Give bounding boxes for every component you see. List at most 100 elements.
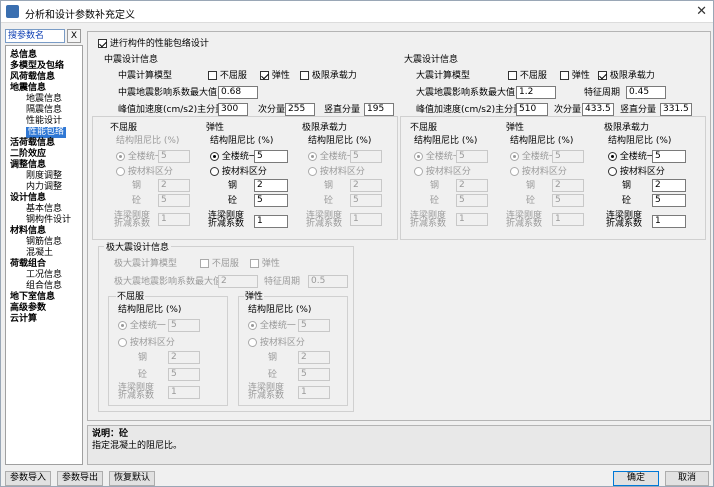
mid-g2-beam-input[interactable]: 1 <box>254 215 288 228</box>
mid-peak-main-input[interactable]: 300 <box>218 103 248 116</box>
mid-g3-unified-radio[interactable] <box>308 152 317 161</box>
mid-g3-conc-input[interactable]: 5 <box>350 194 382 207</box>
mid-g3-steel-input[interactable]: 2 <box>350 179 382 192</box>
sidebar-item-performance-design[interactable]: 性能设计 <box>26 116 62 127</box>
sidebar-item-load-combo[interactable]: 荷载组合 <box>10 259 46 270</box>
mid-g3-bymat-radio[interactable] <box>308 167 317 176</box>
rare-period-input[interactable]: 0.5 <box>308 275 348 288</box>
sidebar-item-case-info[interactable]: 工况信息 <box>26 270 62 281</box>
sidebar-item-steel-design[interactable]: 钢构件设计 <box>26 215 71 226</box>
mid-g3-beam-input[interactable]: 1 <box>350 213 382 226</box>
sidebar-item-seismic[interactable]: 地震信息 <box>10 83 46 94</box>
big-opt-elastic[interactable]: 弹性 <box>560 70 590 82</box>
mid-g1-beam-input[interactable]: 1 <box>158 213 190 226</box>
sidebar-item-rebar[interactable]: 钢筋信息 <box>26 237 62 248</box>
big-g2-unified-input[interactable]: 5 <box>552 150 584 163</box>
rare-coef-input[interactable]: 2 <box>218 275 258 288</box>
rare-g2-bymat-radio[interactable] <box>248 338 257 347</box>
rare-opt-noyield[interactable]: 不屈服 <box>200 258 239 270</box>
mid-g1-unified-radio[interactable] <box>116 152 125 161</box>
mid-opt-ultimate[interactable]: 极限承载力 <box>300 70 357 82</box>
mid-g1-unified-input[interactable]: 5 <box>158 150 190 163</box>
mid-ultimate-checkbox[interactable] <box>300 71 309 80</box>
big-g1-beam-input[interactable]: 1 <box>456 213 488 226</box>
big-peak-vert-input[interactable]: 331.5 <box>660 103 692 116</box>
sidebar-item-live-load[interactable]: 活荷载信息 <box>10 138 55 149</box>
envelope-checkbox[interactable] <box>98 39 107 48</box>
big-peak-sub-input[interactable]: 433.5 <box>582 103 614 116</box>
sidebar-item-adjust[interactable]: 调整信息 <box>10 160 46 171</box>
mid-g2-bymat-radio[interactable] <box>210 167 219 176</box>
rare-g1-bymat-radio[interactable] <box>118 338 127 347</box>
sidebar-item-performance-envelope[interactable]: 性能包络 <box>26 127 67 138</box>
mid-g1-bymat-radio[interactable] <box>116 167 125 176</box>
big-period-input[interactable]: 0.45 <box>626 86 666 99</box>
rare-opt-elastic[interactable]: 弹性 <box>250 258 280 270</box>
rare-g2-steel-input[interactable]: 2 <box>298 351 330 364</box>
big-g3-steel-input[interactable]: 2 <box>652 179 686 192</box>
mid-peak-sub-input[interactable]: 255 <box>285 103 315 116</box>
mid-elastic-checkbox[interactable] <box>260 71 269 80</box>
big-elastic-checkbox[interactable] <box>560 71 569 80</box>
import-button[interactable]: 参数导入 <box>5 471 51 486</box>
big-g2-beam-input[interactable]: 1 <box>552 213 584 226</box>
big-g2-steel-input[interactable]: 2 <box>552 179 584 192</box>
big-peak-main-input[interactable]: 510 <box>516 103 548 116</box>
mid-noyield-checkbox[interactable] <box>208 71 217 80</box>
big-coef-input[interactable]: 1.2 <box>516 86 556 99</box>
sidebar-item-seismic-info[interactable]: 地震信息 <box>26 94 62 105</box>
mid-opt-noyield[interactable]: 不屈服 <box>208 70 247 82</box>
rare-g1-conc-input[interactable]: 5 <box>168 368 200 381</box>
sidebar-item-wind[interactable]: 风荷载信息 <box>10 72 55 83</box>
mid-opt-elastic[interactable]: 弹性 <box>260 70 290 82</box>
mid-g2-unified-radio[interactable] <box>210 152 219 161</box>
sidebar-item-stiffness-adjust[interactable]: 刚度调整 <box>26 171 62 182</box>
sidebar-item-concrete[interactable]: 混凝土 <box>26 248 53 259</box>
big-g1-steel-input[interactable]: 2 <box>456 179 488 192</box>
big-g1-unified-input[interactable]: 5 <box>456 150 488 163</box>
big-g3-bymat-radio[interactable] <box>608 167 617 176</box>
restore-default-button[interactable]: 恢复默认 <box>109 471 155 486</box>
big-g2-conc-input[interactable]: 5 <box>552 194 584 207</box>
envelope-checkbox-row[interactable]: 进行构件的性能包络设计 <box>98 38 209 50</box>
big-g3-beam-input[interactable]: 1 <box>652 215 686 228</box>
sidebar-item-design[interactable]: 设计信息 <box>10 193 46 204</box>
sidebar-item-isolation[interactable]: 隔震信息 <box>26 105 62 116</box>
rare-g1-steel-input[interactable]: 2 <box>168 351 200 364</box>
cancel-button[interactable]: 取消 <box>665 471 709 486</box>
mid-g2-steel-input[interactable]: 2 <box>254 179 288 192</box>
mid-peak-vert-input[interactable]: 195 <box>364 103 394 116</box>
export-button[interactable]: 参数导出 <box>57 471 103 486</box>
sidebar-item-second-order[interactable]: 二阶效应 <box>10 149 46 160</box>
big-g1-conc-input[interactable]: 5 <box>456 194 488 207</box>
mid-g3-unified-input[interactable]: 5 <box>350 150 382 163</box>
rare-elastic-checkbox[interactable] <box>250 259 259 268</box>
mid-g1-conc-input[interactable]: 5 <box>158 194 190 207</box>
big-g3-conc-input[interactable]: 5 <box>652 194 686 207</box>
sidebar-item-cloud[interactable]: 云计算 <box>10 314 37 325</box>
mid-coef-input[interactable]: 0.68 <box>218 86 258 99</box>
sidebar-item-basement[interactable]: 地下室信息 <box>10 292 55 303</box>
sidebar-item-multimodel[interactable]: 多模型及包络 <box>10 61 64 72</box>
big-g3-unified-input[interactable]: 5 <box>652 150 686 163</box>
sidebar-item-material[interactable]: 材料信息 <box>10 226 46 237</box>
ok-button[interactable]: 确定 <box>613 471 659 486</box>
sidebar-item-force-adjust[interactable]: 内力调整 <box>26 182 62 193</box>
big-g3-unified-radio[interactable] <box>608 152 617 161</box>
search-input[interactable]: 搜参数名 <box>5 29 65 43</box>
sidebar-item-advanced[interactable]: 高级参数 <box>10 303 46 314</box>
big-ultimate-checkbox[interactable] <box>598 71 607 80</box>
mid-g2-unified-input[interactable]: 5 <box>254 150 288 163</box>
rare-g1-unified-input[interactable]: 5 <box>168 319 200 332</box>
big-opt-ultimate[interactable]: 极限承载力 <box>598 70 655 82</box>
big-g2-unified-radio[interactable] <box>510 152 519 161</box>
rare-g2-unified-input[interactable]: 5 <box>298 319 330 332</box>
mid-g1-steel-input[interactable]: 2 <box>158 179 190 192</box>
rare-g1-beam-input[interactable]: 1 <box>168 386 200 399</box>
rare-g2-unified-radio[interactable] <box>248 321 257 330</box>
clear-search-button[interactable]: X <box>67 29 81 43</box>
big-noyield-checkbox[interactable] <box>508 71 517 80</box>
rare-g1-unified-radio[interactable] <box>118 321 127 330</box>
close-icon[interactable]: ✕ <box>696 4 707 19</box>
rare-g2-beam-input[interactable]: 1 <box>298 386 330 399</box>
